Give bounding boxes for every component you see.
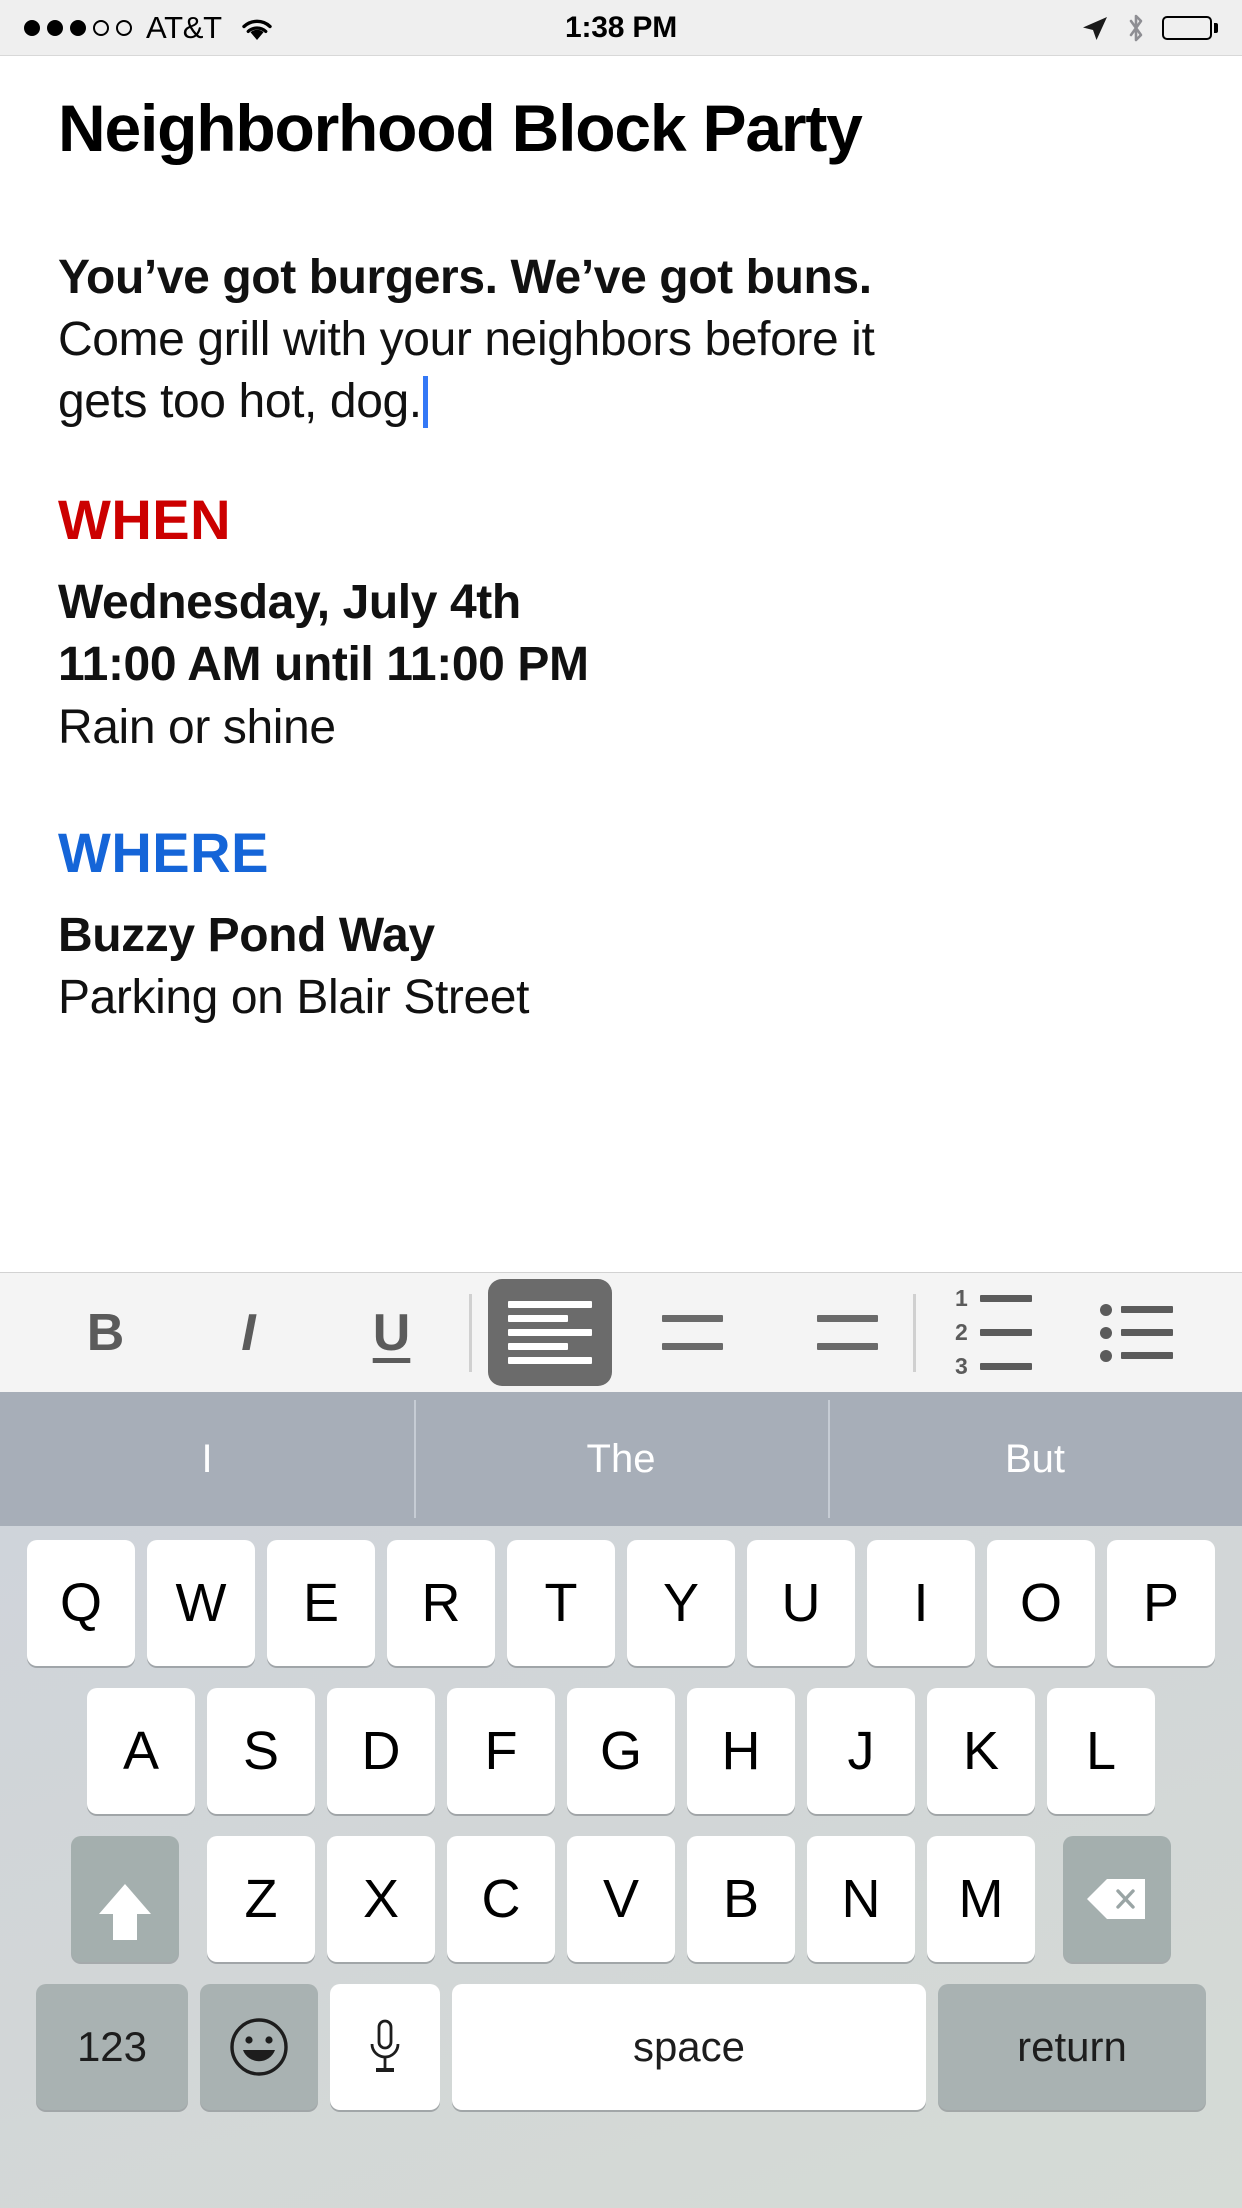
key-w[interactable]: W xyxy=(147,1540,255,1666)
predictive-suggestion-bar: I The But xyxy=(0,1392,1242,1526)
list-number-1: 1 xyxy=(955,1285,968,1311)
key-b[interactable]: B xyxy=(687,1836,795,1962)
backspace-key[interactable] xyxy=(1063,1836,1171,1962)
document-editor-canvas[interactable]: Neighborhood Block Party You’ve got burg… xyxy=(0,56,1242,1272)
backspace-icon xyxy=(1087,1879,1145,1919)
text-cursor xyxy=(422,376,428,429)
key-o[interactable]: O xyxy=(987,1540,1095,1666)
when-section[interactable]: WHEN Wednesday, July 4th 11:00 AM until … xyxy=(58,491,1186,759)
intro-line-3[interactable]: gets too hot, dog. xyxy=(58,371,422,433)
italic-button[interactable]: I xyxy=(177,1273,320,1393)
key-f[interactable]: F xyxy=(447,1688,555,1814)
microphone-icon xyxy=(370,2019,400,2072)
suggestion-3[interactable]: But xyxy=(828,1392,1242,1526)
key-g[interactable]: G xyxy=(567,1688,675,1814)
where-heading[interactable]: WHERE xyxy=(58,824,1186,881)
keyboard-row-1: Q W E R T Y U I O P xyxy=(0,1540,1242,1666)
key-j[interactable]: J xyxy=(807,1688,915,1814)
dictation-key[interactable] xyxy=(330,1984,440,2110)
key-p[interactable]: P xyxy=(1107,1540,1215,1666)
status-bar-clock: 1:38 PM xyxy=(565,10,677,44)
intro-paragraph[interactable]: You’ve got burgers. We’ve got buns. Come… xyxy=(58,247,1186,434)
align-left-icon xyxy=(487,1279,612,1386)
bold-icon: B xyxy=(86,1303,125,1362)
suggestion-2[interactable]: The xyxy=(414,1392,828,1526)
key-e[interactable]: E xyxy=(267,1540,375,1666)
status-bar: AT&T 1:38 PM xyxy=(0,0,1242,56)
document-title[interactable]: Neighborhood Block Party xyxy=(58,94,1186,163)
suggestion-1[interactable]: I xyxy=(0,1392,414,1526)
key-a[interactable]: A xyxy=(87,1688,195,1814)
space-key[interactable]: space xyxy=(452,1984,926,2110)
bluetooth-icon xyxy=(1129,14,1143,41)
key-h[interactable]: H xyxy=(687,1688,795,1814)
when-date[interactable]: Wednesday, July 4th xyxy=(58,572,1186,634)
list-number-2: 2 xyxy=(955,1319,968,1345)
key-m[interactable]: M xyxy=(927,1836,1035,1962)
key-r[interactable]: R xyxy=(387,1540,495,1666)
keyboard-row-2: A S D F G H J K L xyxy=(0,1688,1242,1814)
numbered-list-icon: 1 2 3 xyxy=(955,1287,1032,1378)
key-v[interactable]: V xyxy=(567,1836,675,1962)
shift-arrow-icon xyxy=(99,1884,151,1940)
key-z[interactable]: Z xyxy=(207,1836,315,1962)
numbers-key[interactable]: 123 xyxy=(36,1984,188,2110)
when-time[interactable]: 11:00 AM until 11:00 PM xyxy=(58,634,1186,696)
key-u[interactable]: U xyxy=(747,1540,855,1666)
key-s[interactable]: S xyxy=(207,1688,315,1814)
key-t[interactable]: T xyxy=(507,1540,615,1666)
shift-key[interactable] xyxy=(71,1836,179,1962)
underline-icon: U xyxy=(372,1303,411,1362)
underline-button[interactable]: U xyxy=(320,1273,463,1393)
key-l[interactable]: L xyxy=(1047,1688,1155,1814)
status-bar-right xyxy=(1080,12,1218,44)
key-y[interactable]: Y xyxy=(627,1540,735,1666)
key-c[interactable]: C xyxy=(447,1836,555,1962)
bulleted-list-button[interactable] xyxy=(1065,1273,1208,1393)
return-key[interactable]: return xyxy=(938,1984,1206,2110)
align-center-icon xyxy=(651,1301,735,1364)
emoji-smiley-icon xyxy=(230,2018,288,2076)
toolbar-divider-2 xyxy=(913,1293,916,1372)
emoji-key[interactable] xyxy=(200,1984,318,2110)
align-right-icon xyxy=(794,1301,878,1364)
align-left-button[interactable] xyxy=(478,1273,621,1393)
format-toolbar: B I U 1 2 3 xyxy=(0,1272,1242,1392)
when-note[interactable]: Rain or shine xyxy=(58,697,1186,759)
intro-line-1[interactable]: You’ve got burgers. We’ve got buns. xyxy=(58,247,1186,309)
list-number-3: 3 xyxy=(955,1353,968,1379)
on-screen-keyboard: Q W E R T Y U I O P A S D F G H J K L Z … xyxy=(0,1526,1242,2208)
keyboard-row-3: Z X C V B N M xyxy=(0,1836,1242,1962)
where-parking[interactable]: Parking on Blair Street xyxy=(58,967,1186,1029)
intro-line-2[interactable]: Come grill with your neighbors before it xyxy=(58,309,1186,371)
key-n[interactable]: N xyxy=(807,1836,915,1962)
bulleted-list-icon xyxy=(1100,1303,1173,1362)
key-d[interactable]: D xyxy=(327,1688,435,1814)
when-heading[interactable]: WHEN xyxy=(58,491,1186,548)
align-right-button[interactable] xyxy=(764,1273,907,1393)
key-k[interactable]: K xyxy=(927,1688,1035,1814)
numbered-list-button[interactable]: 1 2 3 xyxy=(922,1273,1065,1393)
key-i[interactable]: I xyxy=(867,1540,975,1666)
where-section[interactable]: WHERE Buzzy Pond Way Parking on Blair St… xyxy=(58,824,1186,1030)
key-q[interactable]: Q xyxy=(27,1540,135,1666)
battery-icon xyxy=(1162,15,1218,40)
align-center-button[interactable] xyxy=(621,1273,764,1393)
keyboard-row-4: 123 space return xyxy=(0,1984,1242,2110)
toolbar-divider-1 xyxy=(469,1293,472,1372)
where-address[interactable]: Buzzy Pond Way xyxy=(58,905,1186,967)
italic-icon: I xyxy=(241,1303,256,1362)
intro-line-3-with-caret[interactable]: gets too hot, dog. xyxy=(58,371,1186,433)
location-arrow-icon xyxy=(1083,16,1107,40)
bold-button[interactable]: B xyxy=(34,1273,177,1393)
key-x[interactable]: X xyxy=(327,1836,435,1962)
